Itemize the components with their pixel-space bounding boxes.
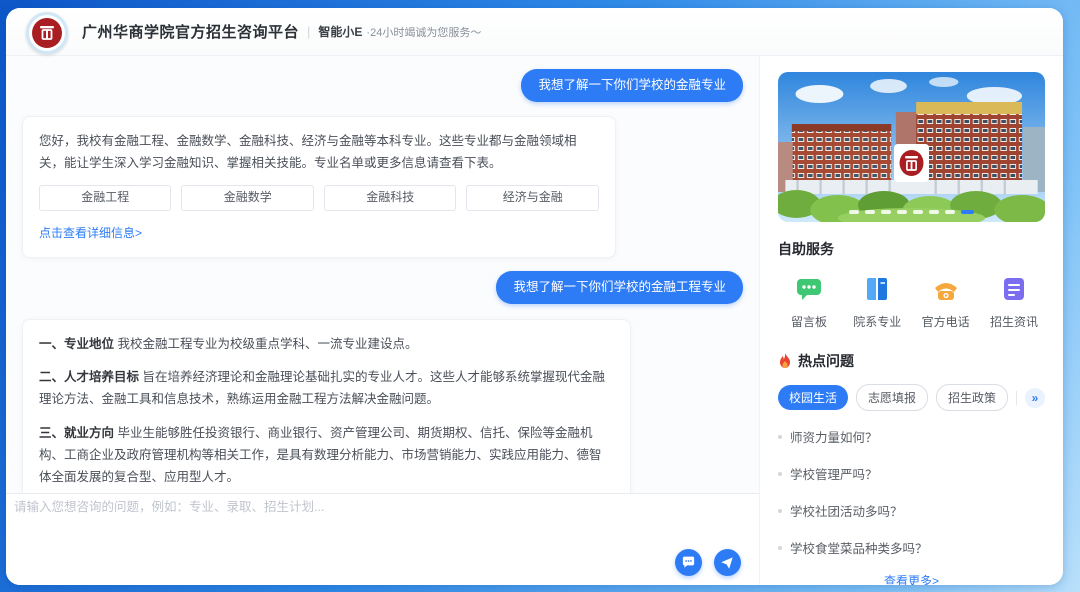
service-label: 院系专业 <box>853 313 901 330</box>
hot-topics-section: 热点问题 校园生活 志愿填报 招生政策 » 师资力量如何？ <box>778 330 1045 566</box>
chat-input-area <box>6 493 759 585</box>
hot-topics-title: 热点问题 <box>798 351 854 371</box>
campus-photo-carousel[interactable] <box>778 72 1045 222</box>
title-separator: | <box>307 24 310 39</box>
carousel-dot[interactable] <box>865 210 875 214</box>
hot-question[interactable]: 学校管理严吗？ <box>778 455 1045 492</box>
carousel-dot[interactable] <box>897 210 907 214</box>
major-button-fintech[interactable]: 金融科技 <box>324 185 456 211</box>
bot-message-card: 您好，我校有金融工程、金融数学、金融科技、经济与金融等本科专业。这些专业都与金融… <box>22 116 616 259</box>
service-message-board[interactable]: 留言板 <box>781 274 837 330</box>
hot-question[interactable]: 学校食堂菜品种类多吗？ <box>778 529 1045 566</box>
message-board-icon <box>794 274 824 304</box>
departments-book-icon <box>862 274 892 304</box>
sidebar: 自助服务 留言板 <box>759 56 1063 585</box>
campus-photo <box>778 72 1045 222</box>
tag-admissions-policy[interactable]: 招生政策 <box>936 384 1008 411</box>
topic-tags-row: 校园生活 志愿填报 招生政策 » <box>778 384 1045 411</box>
carousel-dots <box>778 210 1045 214</box>
service-label: 留言板 <box>791 313 827 330</box>
bullet-dot-icon <box>778 435 782 439</box>
header: 广州华商学院官方招生咨询平台 | 智能小E ·24小时竭诚为您服务～ <box>6 8 1063 56</box>
service-official-phone[interactable]: 官方电话 <box>918 274 974 330</box>
service-label: 招生资讯 <box>990 313 1038 330</box>
feedback-chat-button[interactable] <box>675 549 702 576</box>
bullet-dot-icon <box>778 509 782 513</box>
bot-name: 智能小E <box>318 23 362 40</box>
campus-center-badge <box>894 144 929 182</box>
user-message-bubble: 我想了解一下你们学校的金融工程专业 <box>496 271 743 304</box>
self-service-title: 自助服务 <box>778 239 1045 259</box>
major-button-financial-engineering[interactable]: 金融工程 <box>39 185 171 211</box>
bullet-dot-icon <box>778 472 782 476</box>
service-tagline: ·24小时竭诚为您服务～ <box>366 24 481 40</box>
tag-campus-life[interactable]: 校园生活 <box>778 385 848 410</box>
service-admissions-news[interactable]: 招生资讯 <box>986 274 1042 330</box>
tag-application[interactable]: 志愿填报 <box>856 384 928 411</box>
major-buttons-row: 金融工程 金融数学 金融科技 经济与金融 <box>39 185 599 211</box>
flame-icon <box>778 353 792 369</box>
paragraph-lead: 二、人才培养目标 <box>39 370 139 384</box>
carousel-dot[interactable] <box>929 210 939 214</box>
major-button-economics-finance[interactable]: 经济与金融 <box>466 185 598 211</box>
official-phone-icon <box>931 274 961 304</box>
page-title: 广州华商学院官方招生咨询平台 <box>82 21 299 42</box>
hot-question[interactable]: 师资力量如何？ <box>778 418 1045 455</box>
send-button[interactable] <box>714 549 741 576</box>
bot-paragraph: 一、专业地位 我校金融工程专业为校级重点学科、一流专业建设点。 <box>39 333 614 355</box>
carousel-dot[interactable] <box>945 210 955 214</box>
service-label: 官方电话 <box>922 313 970 330</box>
bot-message-card: 一、专业地位 我校金融工程专业为校级重点学科、一流专业建设点。 二、人才培养目标… <box>22 319 631 493</box>
carousel-dot[interactable] <box>881 210 891 214</box>
view-details-link[interactable]: 点击查看详细信息> <box>39 223 142 244</box>
tag-divider <box>1016 391 1017 405</box>
carousel-dot-active[interactable] <box>961 210 974 214</box>
school-logo-emblem <box>32 18 62 48</box>
question-list: 师资力量如何？ 学校管理严吗？ 学校社团活动多吗？ 学校食堂菜品种类多吗？ <box>778 418 1045 566</box>
bullet-dot-icon <box>778 546 782 550</box>
paragraph-text: 我校金融工程专业为校级重点学科、一流专业建设点。 <box>114 337 417 351</box>
view-more-link[interactable]: 查看更多> <box>778 566 1045 585</box>
bot-message-text: 您好，我校有金融工程、金融数学、金融科技、经济与金融等本科专业。这些专业都与金融… <box>39 130 599 175</box>
paragraph-text: 毕业生能够胜任投资银行、商业银行、资产管理公司、期货期权、信托、保险等金融机构、… <box>39 426 602 485</box>
chat-bubble-icon <box>681 555 696 570</box>
paragraph-lead: 一、专业地位 <box>39 337 114 351</box>
major-button-financial-math[interactable]: 金融数学 <box>181 185 313 211</box>
carousel-dot[interactable] <box>913 210 923 214</box>
bot-paragraph: 二、人才培养目标 旨在培养经济理论和金融理论基础扎实的专业人才。这些人才能够系统… <box>39 366 614 411</box>
carousel-dot[interactable] <box>849 210 859 214</box>
self-service-section: 自助服务 留言板 <box>778 222 1045 330</box>
message-list: 我想了解一下你们学校的金融专业 您好，我校有金融工程、金融数学、金融科技、经济与… <box>6 56 759 493</box>
bot-paragraph: 三、就业方向 毕业生能够胜任投资银行、商业银行、资产管理公司、期货期权、信托、保… <box>39 422 614 489</box>
user-message-bubble: 我想了解一下你们学校的金融专业 <box>521 69 743 102</box>
school-logo <box>26 12 68 54</box>
chat-input[interactable] <box>14 500 639 514</box>
admissions-news-icon <box>999 274 1029 304</box>
service-departments[interactable]: 院系专业 <box>849 274 905 330</box>
chat-area: 我想了解一下你们学校的金融专业 您好，我校有金融工程、金融数学、金融科技、经济与… <box>6 56 759 585</box>
paper-plane-icon <box>720 556 734 570</box>
chevron-double-right-icon[interactable]: » <box>1025 388 1045 408</box>
hot-question[interactable]: 学校社团活动多吗？ <box>778 492 1045 529</box>
paragraph-lead: 三、就业方向 <box>39 426 114 440</box>
app-window: 广州华商学院官方招生咨询平台 | 智能小E ·24小时竭诚为您服务～ 我想了解一… <box>6 8 1063 585</box>
